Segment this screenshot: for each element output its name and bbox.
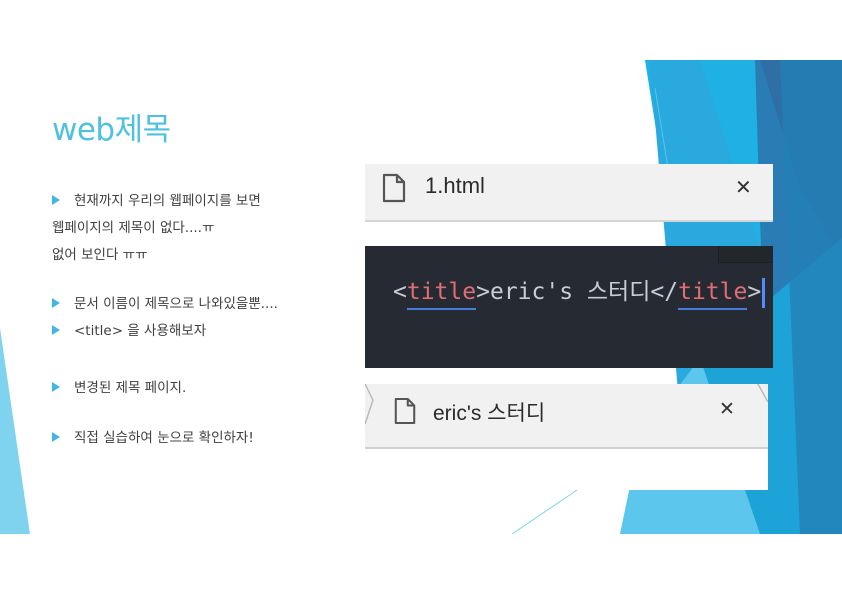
slide-title: web제목 — [52, 112, 171, 148]
bullet-line: 직접 실습하여 눈으로 확인하자! — [52, 425, 278, 452]
file-icon — [394, 397, 416, 425]
tab-title: 1.html — [425, 173, 485, 198]
editor-scroll-marker — [718, 246, 773, 263]
bullet-line: 변경된 제목 페이지. — [52, 375, 278, 402]
slide-body: 현재까지 우리의 웹페이지를 보면 웹페이지의 제목이 없다....ㅠ 없어 보… — [52, 188, 278, 452]
bullet-icon — [52, 382, 60, 392]
tab-title: eric's 스터디 — [433, 402, 546, 425]
text-line: 없어 보인다 ㅠㅠ — [52, 247, 148, 263]
bullet-line: <title> 을 사용해보자 — [52, 318, 278, 345]
tab-before-screenshot: 1.html ✕ — [365, 164, 773, 222]
file-icon — [382, 173, 406, 203]
bullet-line: 현재까지 우리의 웹페이지를 보면 — [52, 188, 278, 215]
text-line: 웹페이지의 제목이 없다....ㅠ — [52, 220, 215, 236]
browser-tab[interactable]: 1.html ✕ — [365, 164, 773, 222]
code-line[interactable]: <title>eric's 스터디</title> — [393, 272, 766, 310]
bullet-icon — [52, 432, 60, 442]
close-tag-name: title — [678, 279, 748, 310]
bullet-line: 문서 이름이 제목으로 나와있을뿐.... — [52, 291, 278, 318]
browser-tab[interactable]: eric's 스터디 ✕ — [365, 384, 768, 446]
code-editor-screenshot: <title>eric's 스터디</title> — [365, 246, 773, 368]
close-icon[interactable]: ✕ — [735, 175, 752, 199]
bullet-icon — [52, 298, 60, 308]
title-content: eric's 스터디 — [489, 279, 651, 305]
tab-after-screenshot: eric's 스터디 ✕ — [365, 384, 768, 490]
close-icon[interactable]: ✕ — [719, 398, 735, 420]
open-tag-name: title — [406, 279, 477, 310]
text-cursor — [762, 277, 766, 308]
slide: web제목 현재까지 우리의 웹페이지를 보면 웹페이지의 제목이 없다....… — [0, 58, 842, 534]
bullet-icon — [52, 325, 60, 335]
bullet-icon — [52, 195, 60, 205]
